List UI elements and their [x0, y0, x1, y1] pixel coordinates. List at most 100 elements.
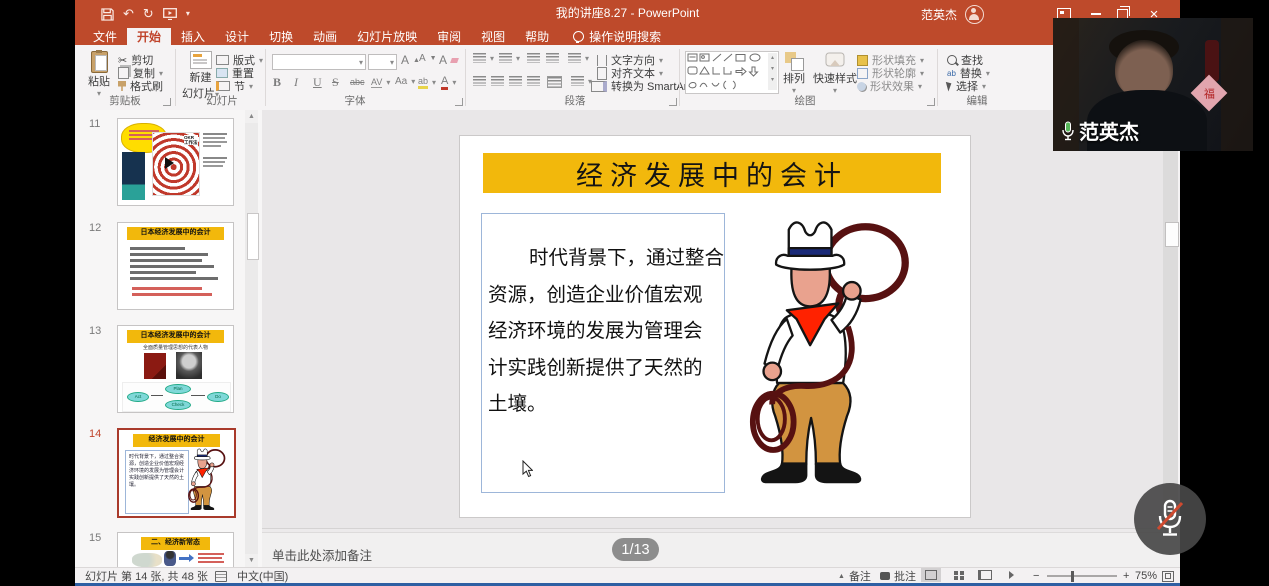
shape-effects-button[interactable]: 形状效果▾ [857, 78, 922, 94]
underline-button[interactable]: U [313, 75, 322, 90]
character-spacing-button[interactable]: AV▾ [371, 77, 390, 88]
line-spacing-button[interactable]: ▾ [568, 53, 589, 63]
zoom-slider-handle[interactable] [1071, 571, 1074, 582]
notes-placeholder[interactable]: 单击此处添加备注 [272, 545, 372, 564]
align-right-button[interactable] [509, 76, 522, 86]
tab-help[interactable]: 帮助 [515, 28, 559, 45]
language-indicator[interactable]: 中文(中国) [237, 568, 288, 583]
slide-canvas[interactable]: 经济发展中的会计 时代背景下，通过整合 资源，创造企业价值宏观 经济环境的发展为… [460, 136, 970, 517]
clear-formatting-button[interactable]: A [439, 53, 458, 67]
shapes-gallery[interactable]: ▴▾▾ [685, 51, 779, 94]
tell-me-search[interactable]: 操作说明搜索 [573, 28, 661, 45]
shapes-scroll[interactable]: ▴▾▾ [768, 53, 777, 90]
tab-transitions[interactable]: 切换 [259, 28, 303, 45]
save-icon[interactable] [101, 8, 114, 21]
notes-pane[interactable]: 单击此处添加备注 [262, 532, 1180, 568]
tab-design[interactable]: 设计 [215, 28, 259, 45]
change-case-button[interactable]: Aa▾ [395, 76, 415, 87]
qat-customize-icon[interactable]: ▾ [186, 4, 190, 24]
editing-group-label: 编辑 [947, 93, 1007, 108]
thumbnail-scrollbar[interactable]: ▲ ▼ [245, 110, 258, 567]
convert-smartart-button[interactable]: 转换为 SmartArt▾ [591, 78, 698, 94]
tab-home[interactable]: 开始 [127, 28, 171, 45]
bold-button[interactable]: B [273, 75, 281, 90]
powerpoint-window: 我的讲座8.27 - PowerPoint ↶ ↻ ▾ 范英杰 × 文件 开始 … [75, 0, 1180, 583]
font-size-select[interactable]: ▾ [368, 54, 397, 70]
columns-button[interactable]: ▾ [571, 76, 592, 86]
text-shadow-button[interactable]: abc [350, 77, 365, 87]
align-center-button[interactable] [491, 76, 504, 86]
format-painter-button[interactable]: 格式刷 [118, 78, 163, 94]
slide-thumbnail-15[interactable]: 二、经济新常态 [117, 532, 234, 567]
zoom-out-button[interactable]: − [1033, 568, 1039, 583]
distribute-button[interactable] [547, 76, 562, 88]
section-button[interactable]: 节▾ [216, 78, 253, 94]
shrink-font-button[interactable]: A▼ [419, 53, 437, 64]
thumbnail-scroll-down-icon[interactable]: ▼ [245, 554, 258, 567]
presenter-video-overlay[interactable]: 福 范英杰 [1053, 18, 1253, 151]
bullets-button[interactable]: ▾ [473, 53, 494, 63]
cowboy-clipart-image[interactable] [748, 210, 913, 492]
normal-view-button[interactable] [921, 568, 941, 582]
notes-toggle-button[interactable]: ▲备注 [838, 568, 871, 583]
zoom-percentage[interactable]: 75% [1135, 568, 1157, 583]
font-dialog-launcher[interactable] [455, 98, 463, 106]
thumbnail-scroll-up-icon[interactable]: ▲ [245, 110, 258, 123]
grow-font-button[interactable]: A▲ [401, 53, 420, 67]
select-arrow-icon [946, 81, 953, 92]
start-slideshow-icon[interactable] [163, 8, 177, 20]
okr-book-graphic: OKR工作法 [152, 132, 200, 196]
format-painter-icon [118, 81, 126, 91]
decrease-indent-button[interactable] [527, 53, 540, 63]
tab-animations[interactable]: 动画 [303, 28, 347, 45]
tab-review[interactable]: 审阅 [427, 28, 471, 45]
fit-to-window-icon [1162, 571, 1174, 582]
arrange-button[interactable]: 排列 ▾ [783, 52, 805, 95]
bullets-icon [473, 53, 486, 63]
clipboard-dialog-launcher[interactable] [163, 98, 171, 106]
slide-body-textbox[interactable]: 时代背景下，通过整合 资源，创造企业价值宏观 经济环境的发展为管理会 计实践创新… [481, 213, 725, 493]
paste-button[interactable]: 粘贴 ▾ [88, 51, 110, 98]
main-scrollbar-thumb[interactable] [1165, 222, 1179, 247]
drawing-dialog-launcher[interactable] [927, 98, 935, 106]
tab-insert[interactable]: 插入 [171, 28, 215, 45]
quick-styles-button[interactable]: 快速样式 ▾ [813, 52, 857, 95]
presenter-name-label: 范英杰 [1061, 116, 1139, 145]
tab-view[interactable]: 视图 [471, 28, 515, 45]
font-color-button[interactable]: A▾ [441, 75, 456, 90]
status-bar: 幻灯片 第 14 张, 共 48 张 中文(中国) ▲备注 批注 − + 75% [75, 567, 1180, 583]
main-scrollbar[interactable] [1163, 110, 1178, 528]
spellcheck-icon[interactable] [215, 568, 227, 583]
strikethrough-button[interactable]: S [332, 75, 339, 90]
tab-file[interactable]: 文件 [83, 28, 127, 45]
reading-view-button[interactable] [975, 568, 995, 582]
numbering-button[interactable]: ▾ [499, 53, 520, 63]
slide-title[interactable]: 经济发展中的会计 [483, 153, 941, 193]
align-left-button[interactable] [473, 76, 486, 86]
zoom-slider[interactable] [1047, 568, 1117, 583]
increase-indent-button[interactable] [546, 53, 559, 63]
paragraph-dialog-launcher[interactable] [669, 98, 677, 106]
redo-icon[interactable]: ↻ [143, 4, 154, 24]
justify-button[interactable] [527, 76, 540, 86]
slideshow-view-button[interactable] [1001, 568, 1021, 582]
font-name-select[interactable]: ▾ [272, 54, 366, 70]
fit-to-window-button[interactable] [1162, 568, 1174, 583]
slide-thumbnail-12[interactable]: 日本经济发展中的会计 [117, 222, 234, 310]
slide-thumbnail-14-selected[interactable]: 经济发展中的会计 时代背景下，通过整合资源，创造企业价值宏观经济环境的发展为管理… [117, 428, 236, 518]
slide-thumbnail-13[interactable]: 日本经济发展中的会计 全面质量管理思想的代表人物 Plan Do Check A… [117, 325, 234, 413]
italic-button[interactable]: I [294, 75, 298, 90]
distribute-icon [547, 76, 562, 88]
tab-slideshow[interactable]: 幻灯片放映 [347, 28, 427, 45]
undo-icon[interactable]: ↶ [123, 4, 134, 24]
select-button[interactable]: 选择▾ [947, 78, 986, 94]
slide-sorter-view-button[interactable] [949, 568, 969, 582]
account-area[interactable]: 范英杰 [921, 0, 984, 28]
highlight-color-button[interactable]: ab▾ [418, 76, 436, 89]
zoom-in-button[interactable]: + [1123, 568, 1129, 583]
slide-thumbnail-11[interactable]: OKR工作法 [117, 118, 234, 206]
ribbon-tabs: 文件 开始 插入 设计 切换 动画 幻灯片放映 审阅 视图 帮助 操作说明搜索 [75, 28, 1180, 45]
microphone-muted-button[interactable] [1134, 483, 1206, 555]
comments-toggle-button[interactable]: 批注 [880, 568, 916, 583]
thumbnail-scrollbar-thumb[interactable] [247, 213, 259, 260]
